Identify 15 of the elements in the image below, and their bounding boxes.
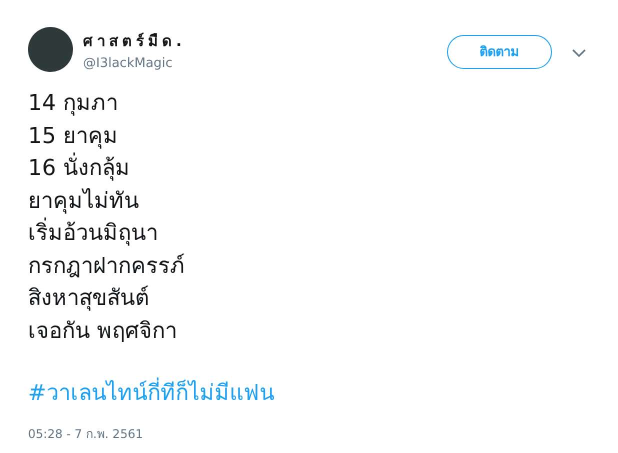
- tweet-text-line: 16 นั่งกลุ้ม: [28, 153, 130, 186]
- avatar-placeholder[interactable]: [28, 27, 73, 72]
- user-handle[interactable]: @I3lackMagic: [83, 56, 173, 70]
- tweet-text-line: ยาคุมไม่ทัน: [28, 187, 139, 216]
- display-name[interactable]: ศาสตร์มืด.: [83, 28, 186, 52]
- hashtag-link[interactable]: #วาเลนไทน์กี่ทีก็ไม่มีแฟน: [28, 378, 274, 410]
- tweet-text-line: 15 ยาคุม: [28, 122, 118, 151]
- follow-button[interactable]: ติดตาม: [447, 34, 552, 68]
- tweet-text-line: สิงหาสุขสันต์: [28, 284, 149, 313]
- tweet-text-line: เจอกัน พฤศจิกา: [28, 318, 177, 346]
- chevron-down-icon[interactable]: [572, 48, 586, 56]
- timestamp[interactable]: 05:28 - 7 ก.พ. 2561: [28, 424, 143, 443]
- tweet-text-line: กรกฎาฝากครรภ์: [28, 252, 185, 280]
- tweet-text-line: 14 กุมภา: [28, 90, 118, 118]
- tweet-text-line: เริ่มอ้วนมิถุนา: [28, 218, 158, 250]
